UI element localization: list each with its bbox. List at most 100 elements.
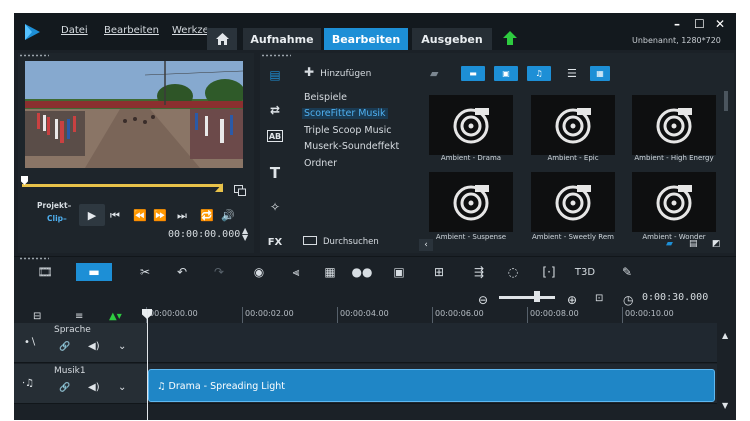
menu-file[interactable]: Datei: [61, 25, 88, 36]
category-item[interactable]: Ordner: [304, 158, 337, 169]
enlarge-preview-icon[interactable]: [234, 185, 246, 196]
clip-mode-label[interactable]: Clip–: [47, 214, 67, 223]
repeat-icon[interactable]: 🔁: [200, 209, 214, 222]
track-lane-voice[interactable]: [147, 323, 717, 363]
close-button[interactable]: ✕: [715, 17, 725, 31]
timeline-view-button[interactable]: ▬: [76, 263, 112, 281]
project-duration[interactable]: 0:00:30.000: [642, 292, 708, 303]
thumbnail-view-button[interactable]: ▦: [590, 66, 610, 81]
fx-icon[interactable]: FX: [264, 232, 286, 252]
folder-up-icon[interactable]: ▰: [430, 67, 438, 80]
playhead-line[interactable]: [147, 309, 148, 420]
end-skip-icon[interactable]: ⏭: [177, 209, 187, 223]
view-option-1-icon[interactable]: ▰: [666, 239, 673, 249]
view-option-3-icon[interactable]: ◩: [712, 239, 721, 249]
timeline-ruler[interactable]: 00:00:00.00 00:00:02.00 00:00:04.00 00:0…: [146, 307, 736, 323]
step-forward-icon[interactable]: ⏩: [153, 209, 167, 222]
pan-zoom-icon[interactable]: [·]: [536, 263, 562, 281]
menu-edit[interactable]: Bearbeiten: [104, 25, 159, 36]
zoom-slider[interactable]: [499, 296, 555, 299]
filter-audio-button[interactable]: ♫: [527, 66, 551, 81]
auto-music-icon[interactable]: ▦: [317, 263, 343, 281]
library-scrollbar[interactable]: [724, 91, 728, 111]
library-grip[interactable]: [261, 54, 291, 57]
track-volume-icon[interactable]: ◀): [88, 341, 100, 352]
record-capture-icon[interactable]: ◉: [246, 263, 272, 281]
track-volume-icon[interactable]: ◀): [88, 382, 100, 393]
filter-icon[interactable]: ✧: [264, 197, 286, 217]
zoom-slider-thumb[interactable]: [534, 291, 540, 302]
scroll-down-icon[interactable]: ▼: [722, 401, 728, 410]
transition-icon[interactable]: ⇄: [264, 100, 286, 120]
collapse-left-icon[interactable]: ‹: [419, 239, 433, 251]
scroll-up-icon[interactable]: ▲: [722, 331, 728, 340]
category-item-selected[interactable]: ScoreFitter Musik: [302, 108, 388, 119]
music-track-icon: ⋅♫: [22, 378, 35, 389]
upload-arrow-icon[interactable]: [502, 30, 518, 46]
library-item[interactable]: [531, 172, 615, 232]
chapter-cue-icon[interactable]: ≡: [75, 311, 83, 322]
subtitle-editor-icon[interactable]: ▣: [386, 263, 412, 281]
title-icon[interactable]: T: [264, 163, 286, 183]
project-mode-label[interactable]: Projekt–: [37, 201, 71, 210]
volume-icon[interactable]: 🔊: [221, 209, 235, 222]
menu-tools[interactable]: Werkze: [172, 25, 209, 36]
plus-icon: ✚: [304, 65, 315, 79]
track-expand-icon[interactable]: ⌄: [118, 341, 126, 352]
list-view-icon[interactable]: ☰: [567, 67, 577, 80]
trim-bar[interactable]: [22, 184, 222, 187]
audio-mixer-icon[interactable]: ⫷: [283, 263, 309, 281]
library-item-label: Ambient - Sweetly Rem: [532, 233, 614, 241]
library-item[interactable]: [531, 95, 615, 155]
redo-icon[interactable]: ↷: [206, 263, 232, 281]
3d-title-editor-icon[interactable]: T3D: [572, 263, 598, 281]
step-back-icon[interactable]: ⏪: [133, 209, 147, 222]
storyboard-view-icon[interactable]: 🎞: [32, 263, 58, 281]
filter-photo-button[interactable]: ▣: [494, 66, 518, 81]
library-item[interactable]: [429, 95, 513, 155]
panel-grip[interactable]: [19, 54, 49, 57]
split-screen-icon[interactable]: ✎: [614, 263, 640, 281]
home-skip-icon[interactable]: ⏮: [110, 209, 120, 223]
minimize-button[interactable]: –: [674, 17, 680, 31]
category-item[interactable]: Triple Scoop Music: [304, 125, 391, 136]
browse-button[interactable]: Durchsuchen: [303, 236, 379, 247]
filter-video-button[interactable]: ▬: [461, 66, 485, 81]
audio-clip[interactable]: ♫ Drama - Spreading Light: [148, 369, 715, 402]
library-item-label: Ambient - Suspense: [435, 233, 507, 241]
tab-edit[interactable]: Bearbeiten: [324, 28, 408, 50]
ab-icon[interactable]: AB: [267, 130, 283, 142]
undo-icon[interactable]: ↶: [169, 263, 195, 281]
maximize-button[interactable]: ☐: [694, 17, 705, 31]
time-remap-icon[interactable]: ⇶: [466, 263, 492, 281]
add-button[interactable]: ✚ Hinzufügen: [304, 65, 371, 79]
category-item[interactable]: Beispiele: [304, 92, 347, 103]
tab-share[interactable]: Ausgeben: [412, 28, 492, 50]
timecode-stepper-icon[interactable]: ▲ ▼: [242, 227, 248, 242]
view-option-2-icon[interactable]: ▤: [689, 239, 698, 249]
link-icon[interactable]: 🔗: [59, 342, 70, 352]
tab-capture[interactable]: Aufnahme: [243, 28, 321, 50]
motion-tracking-icon[interactable]: ●●: [349, 263, 375, 281]
ruler-label: 00:00:06.00: [435, 309, 484, 318]
link-icon[interactable]: 🔗: [59, 383, 70, 393]
ruler-tick: [337, 307, 338, 323]
track-manager-icon[interactable]: ⊟: [33, 311, 41, 322]
timecode-display[interactable]: 00:00:00.000: [168, 229, 240, 240]
home-button[interactable]: [207, 28, 237, 50]
library-item[interactable]: [632, 95, 716, 155]
category-item[interactable]: Muserk-Soundeffekt: [304, 141, 399, 152]
play-button[interactable]: ▶: [79, 204, 105, 226]
media-icon[interactable]: ▤: [264, 65, 286, 85]
track-expand-icon[interactable]: ⌄: [118, 382, 126, 393]
multi-camera-icon[interactable]: ⊞: [426, 263, 452, 281]
app-logo-icon: [25, 24, 40, 40]
tools-icon[interactable]: ✂: [132, 263, 158, 281]
library-item[interactable]: [429, 172, 513, 232]
timeline-scrollbar[interactable]: ▲ ▼: [719, 323, 731, 413]
ripple-editing-icon[interactable]: ▲▾: [109, 311, 122, 322]
music-disc-icon: [453, 185, 489, 221]
mask-creator-icon[interactable]: ◌: [500, 263, 526, 281]
library-item[interactable]: [632, 172, 716, 232]
timeline-grip[interactable]: [19, 257, 49, 260]
